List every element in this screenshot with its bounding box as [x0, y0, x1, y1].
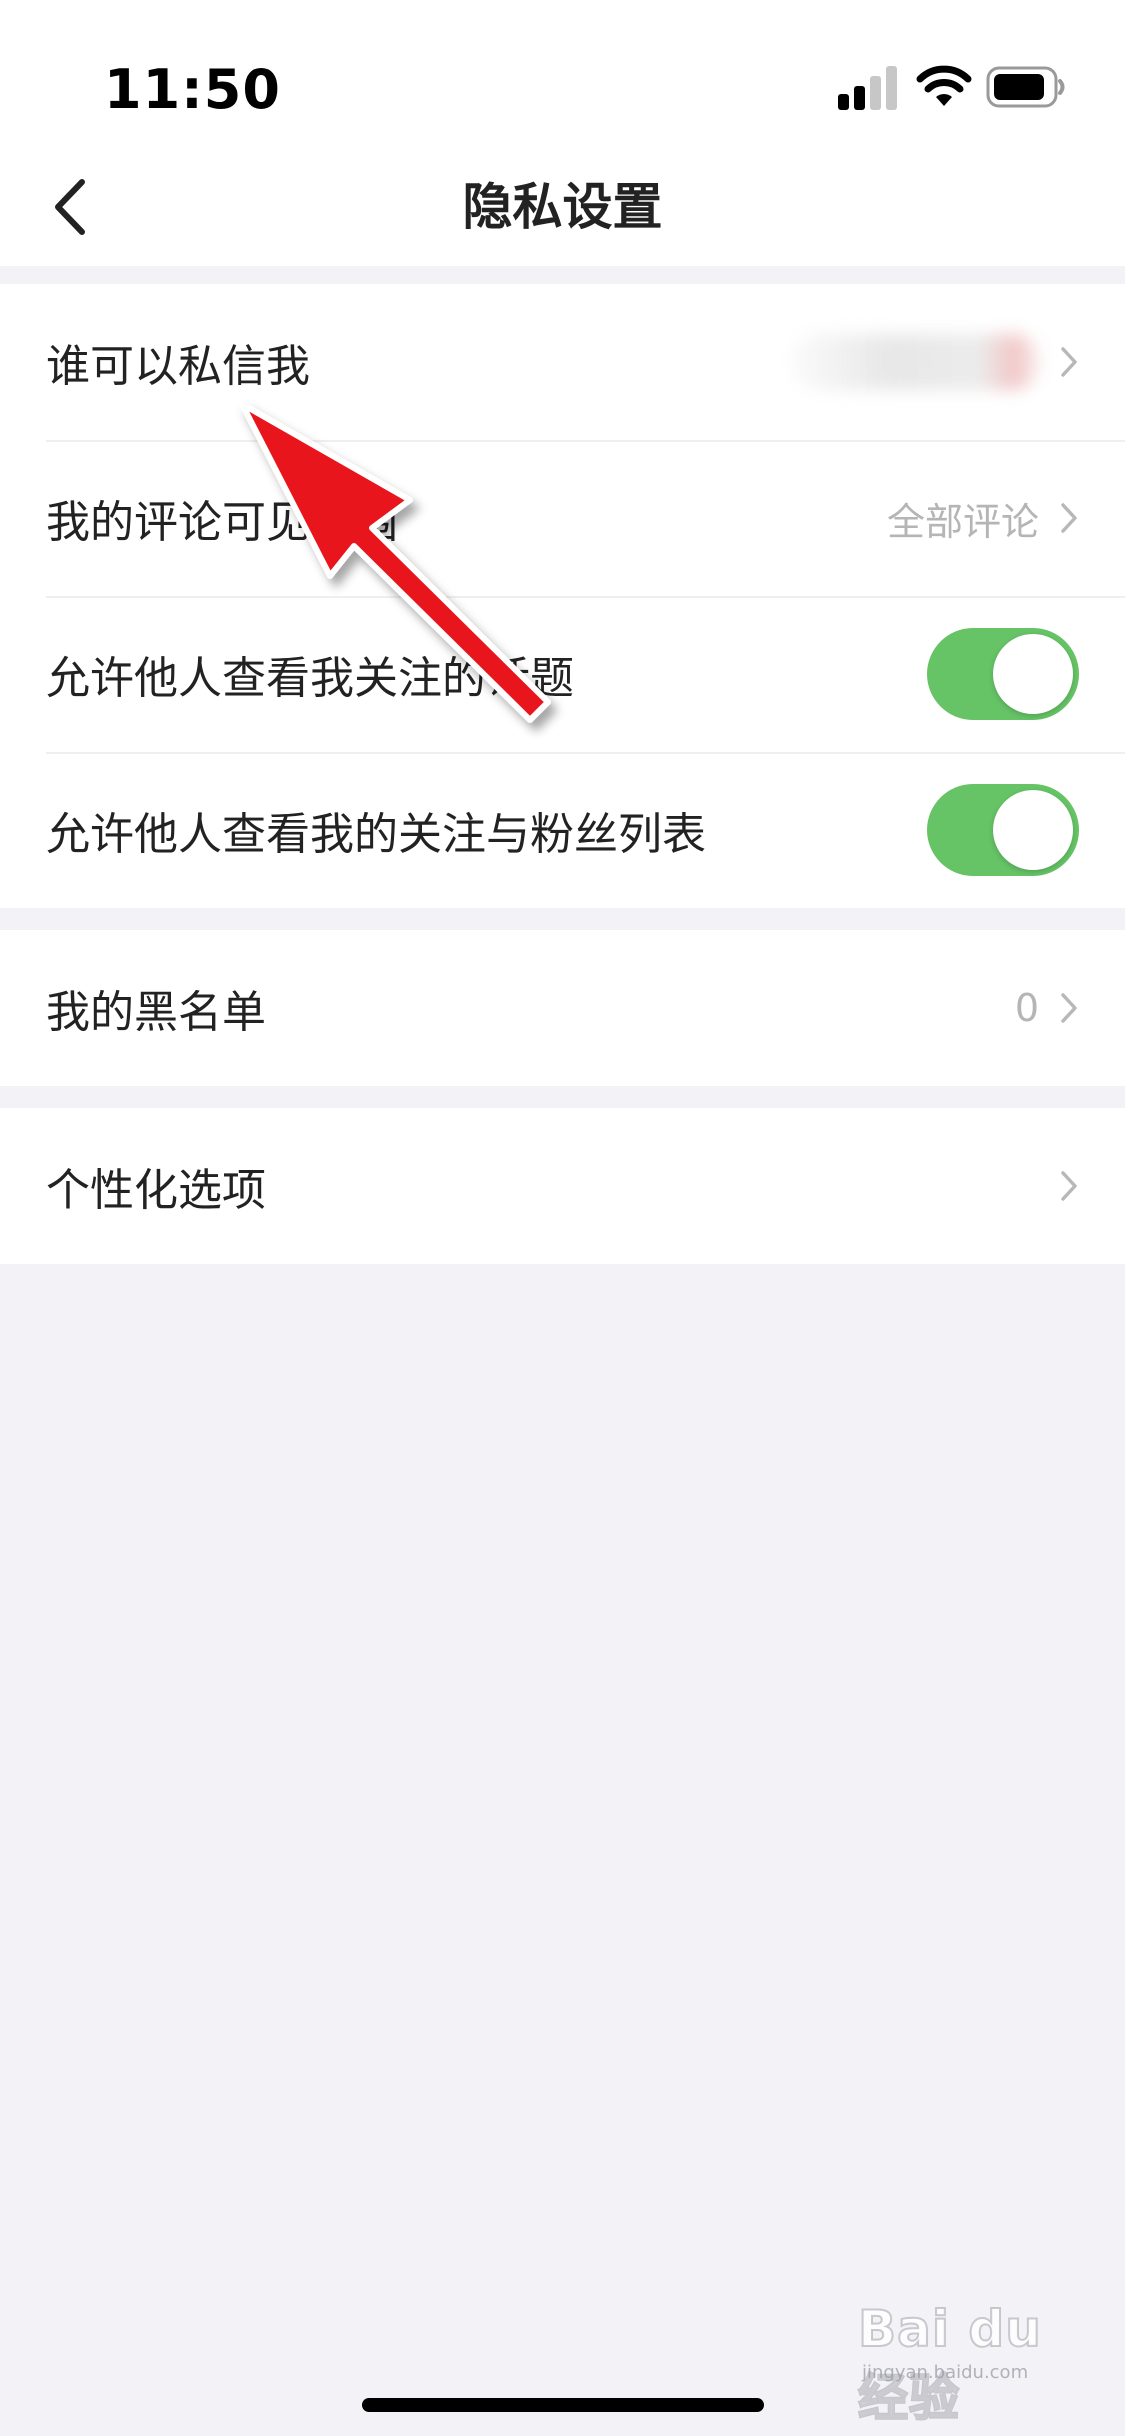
home-indicator	[362, 2398, 764, 2412]
toggle-knob	[993, 790, 1073, 870]
row-label: 谁可以私信我	[46, 341, 310, 392]
followed-topics-toggle[interactable]	[927, 628, 1079, 720]
personalization-row[interactable]: 个性化选项	[0, 1108, 1125, 1264]
battery-icon	[986, 66, 1065, 108]
wifi-icon	[916, 65, 972, 106]
privacy-options-group: 谁可以私信我 我的评论可见范围 全部评论 允许他人查看我关注的话题 允许他人查看…	[0, 284, 1125, 908]
blacklist-row[interactable]: 我的黑名单 0	[0, 930, 1125, 1086]
chevron-right-icon	[1061, 503, 1077, 533]
follow-lists-toggle[interactable]	[927, 784, 1079, 876]
blurred-setting-value	[791, 334, 1041, 390]
personalization-group: 个性化选项	[0, 1108, 1125, 1264]
show-follow-lists-row: 允许他人查看我的关注与粉丝列表	[0, 752, 1125, 908]
toggle-knob	[993, 634, 1073, 714]
chevron-right-icon	[1061, 347, 1077, 377]
comment-visibility-row[interactable]: 我的评论可见范围 全部评论	[0, 440, 1125, 596]
row-value: 全部评论	[886, 499, 1039, 544]
page-title: 隐私设置	[462, 178, 663, 236]
row-label: 我的评论可见范围	[46, 497, 398, 548]
baidu-jingyan-watermark: Bai du 经验 jingyan.baidu.com	[857, 2299, 1078, 2428]
blacklist-group: 我的黑名单 0	[0, 930, 1125, 1086]
show-followed-topics-row: 允许他人查看我关注的话题	[0, 596, 1125, 752]
row-label: 个性化选项	[46, 1165, 266, 1216]
chevron-right-icon	[1061, 1171, 1077, 1201]
blacklist-count: 0	[1014, 986, 1039, 1030]
row-label: 允许他人查看我的关注与粉丝列表	[46, 809, 706, 860]
watermark-url: jingyan.baidu.com	[862, 2362, 1029, 2383]
chevron-right-icon	[1061, 993, 1077, 1023]
cellular-signal-icon	[838, 66, 897, 110]
privacy-settings-screen: 11:50 隐私设置 谁可以私信我 我的评论可见范围 全部评论 允许他人查看我关…	[0, 0, 1125, 2436]
navigation-bar: 隐私设置	[0, 150, 1125, 266]
who-can-message-row[interactable]: 谁可以私信我	[0, 284, 1125, 440]
status-time: 11:50	[104, 58, 281, 121]
row-label: 允许他人查看我关注的话题	[46, 653, 574, 704]
row-label: 我的黑名单	[46, 987, 266, 1038]
status-bar: 11:50	[0, 0, 1125, 150]
